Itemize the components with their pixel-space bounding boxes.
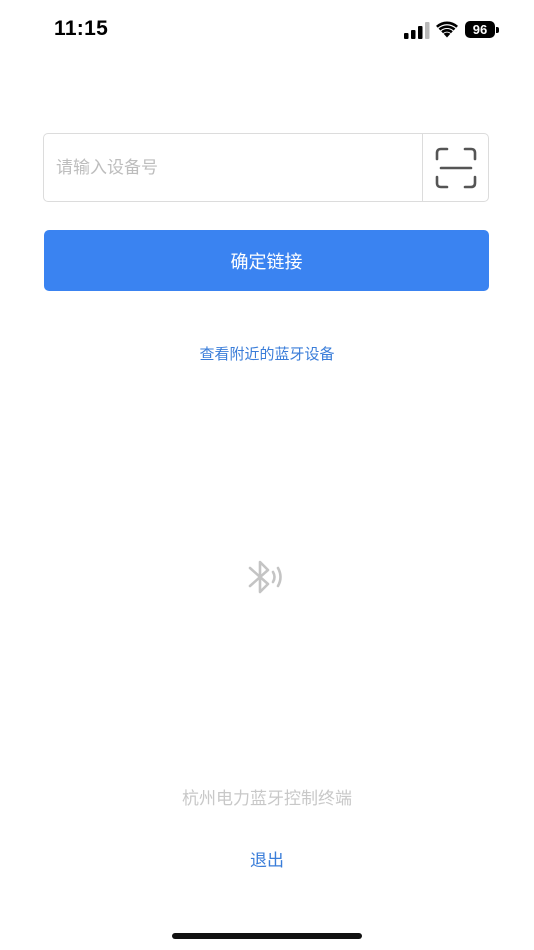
- status-bar: 11:15 96: [0, 0, 534, 60]
- view-nearby-bluetooth-link[interactable]: 查看附近的蓝牙设备: [0, 343, 534, 364]
- home-indicator[interactable]: [172, 933, 362, 939]
- logout-link[interactable]: 退出: [0, 846, 534, 871]
- device-number-input[interactable]: [44, 134, 422, 201]
- scan-qr-icon: [435, 147, 476, 188]
- device-input-row: [43, 133, 489, 202]
- status-time: 11:15: [54, 17, 109, 40]
- scan-button[interactable]: [422, 134, 488, 201]
- bluetooth-icon: [248, 560, 282, 594]
- confirm-connect-button[interactable]: 确定链接: [44, 230, 489, 291]
- battery-level: 96: [472, 22, 488, 37]
- wifi-icon: [436, 21, 458, 38]
- battery-indicator: 96: [465, 21, 501, 39]
- cellular-signal-icon: [404, 22, 430, 39]
- battery-cap: [496, 27, 499, 33]
- app-screen: 11:15 96 请输入设备号 确定链接 查看附近的蓝牙设备 杭州电力蓝牙控制终…: [0, 0, 534, 950]
- footer-caption: 杭州电力蓝牙控制终端: [182, 789, 352, 809]
